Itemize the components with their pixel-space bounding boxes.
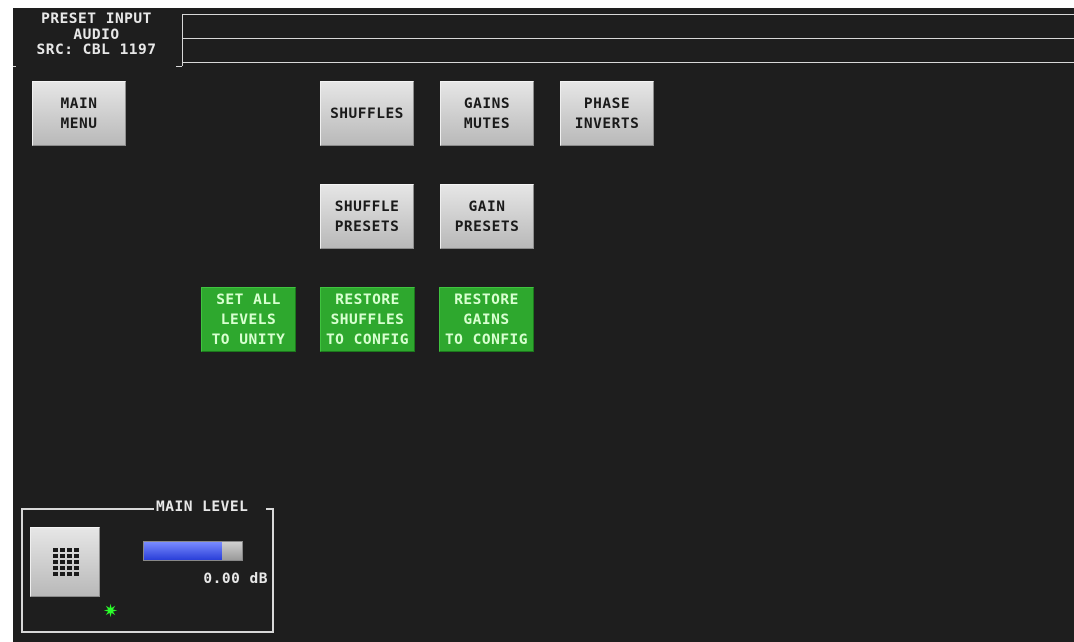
- main-menu-button[interactable]: MAIN MENU: [32, 81, 126, 146]
- restore-gains-to-config-button[interactable]: RESTORE GAINS TO CONFIG: [439, 287, 534, 352]
- restore-shuffles-label-2: SHUFFLES: [330, 311, 405, 328]
- restore-shuffles-to-config-button[interactable]: RESTORE SHUFFLES TO CONFIG: [320, 287, 415, 352]
- main-menu-label-2: MENU: [60, 115, 98, 132]
- shuffle-presets-button[interactable]: SHUFFLE PRESETS: [320, 184, 414, 249]
- gains-mutes-button[interactable]: GAINS MUTES: [440, 81, 534, 146]
- restore-gains-label-2: GAINS: [463, 311, 510, 328]
- main-menu-label-1: MAIN: [60, 95, 98, 112]
- gains-mutes-label-1: GAINS: [463, 95, 511, 112]
- keypad-grid-icon: [53, 548, 81, 578]
- main-level-meter-fill: [144, 542, 223, 560]
- phase-inverts-button[interactable]: PHASE INVERTS: [560, 81, 654, 146]
- shuffles-label: SHUFFLES: [330, 105, 404, 122]
- set-all-levels-to-unity-button[interactable]: SET ALL LEVELS TO UNITY: [201, 287, 296, 352]
- main-level-frame-top-left: [21, 508, 154, 510]
- source-label-line-2: AUDIO: [73, 26, 120, 43]
- green-star-icon: ✷: [103, 601, 119, 622]
- header-rule-1: [182, 14, 1074, 15]
- phase-inverts-label-1: PHASE: [583, 95, 631, 112]
- source-label-line-3: SRC: CBL 1197: [36, 42, 157, 58]
- source-label: PRESET INPUT AUDIO SRC: CBL 1197: [13, 8, 180, 70]
- main-level-title: MAIN LEVEL: [156, 499, 249, 515]
- gains-mutes-label-2: MUTES: [463, 115, 511, 132]
- main-level-value: 0.00 dB: [203, 571, 268, 587]
- gain-presets-label-1: GAIN: [468, 198, 506, 215]
- set-all-levels-label-3: TO UNITY: [211, 331, 286, 348]
- main-level-meter[interactable]: [143, 541, 243, 561]
- phase-inverts-label-2: INVERTS: [574, 115, 640, 132]
- restore-shuffles-label-3: TO CONFIG: [325, 331, 410, 348]
- header-divider: [182, 14, 183, 66]
- header-rule-3: [182, 62, 1074, 63]
- header-rule-4: [13, 66, 16, 67]
- keypad-button[interactable]: [30, 527, 100, 597]
- gain-presets-button[interactable]: GAIN PRESETS: [440, 184, 534, 249]
- main-level-frame-top-right: [266, 508, 274, 510]
- restore-gains-label-1: RESTORE: [454, 291, 519, 308]
- shuffle-presets-label-2: PRESETS: [334, 218, 400, 235]
- restore-shuffles-label-1: RESTORE: [335, 291, 400, 308]
- set-all-levels-label-1: SET ALL: [216, 291, 281, 308]
- header-rule-5: [176, 66, 182, 67]
- shuffle-presets-label-1: SHUFFLE: [334, 198, 400, 215]
- header-rule-2: [182, 38, 1074, 39]
- gain-presets-label-2: PRESETS: [454, 218, 520, 235]
- restore-gains-label-3: TO CONFIG: [444, 331, 529, 348]
- shuffles-button[interactable]: SHUFFLES: [320, 81, 414, 146]
- source-label-line-1: PRESET INPUT: [41, 11, 152, 27]
- set-all-levels-label-2: LEVELS: [220, 311, 277, 328]
